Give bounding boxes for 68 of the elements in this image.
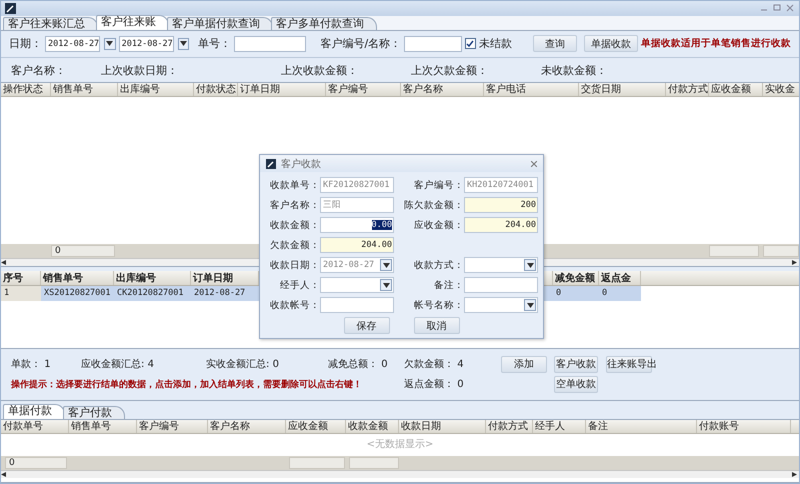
hint-text: 单据收款适用于单笔销售进行收款 [641, 37, 792, 50]
column-header: 应收金额 [286, 420, 346, 433]
summary-text: 减免总额： 0 [328, 358, 389, 372]
summary-text: 应收金额汇总: 4 [81, 358, 155, 372]
table-cell: 0 [553, 286, 599, 301]
order-number-label: 单号： [198, 36, 232, 52]
column-header: 出库编号 [114, 270, 191, 285]
summary-cell: 0 [5, 456, 67, 469]
operation-hint-text: 操作提示：选择要进行结单的数据，点击添加，加入结单列表，需要删除可以点击右键！ [11, 378, 362, 391]
field-label: 客户编号： [413, 178, 464, 192]
field-label: 帐号名称： [413, 298, 464, 312]
column-header: 订单日期 [238, 83, 326, 96]
summary-text: 返点金额： 0 [404, 378, 465, 392]
column-header: 出库编号 [118, 83, 194, 96]
column-header: 应收金额 [709, 83, 763, 96]
date-label: 日期： [9, 36, 42, 52]
field-label: 陈欠款金额： [403, 198, 464, 212]
field-label: 经手人： [279, 278, 320, 292]
column-header: 交货日期 [579, 83, 666, 96]
column-header: 实收金 [763, 83, 799, 96]
column-header: 客户编号 [137, 420, 208, 433]
checkbox-label: 未结款 [478, 36, 512, 52]
field-label: 收款帐号： [269, 298, 320, 312]
empty-message: <无数据显示> [366, 438, 434, 450]
column-header: 客户编号 [326, 83, 401, 96]
summary-text: 欠款金额： 4 [404, 358, 465, 372]
column-header: 收款日期 [399, 420, 486, 433]
column-header: 减免金额 [553, 270, 599, 285]
summary-text: 单款： 1 [11, 358, 52, 372]
column-header: 付款方式 [486, 420, 533, 433]
column-header: 销售单号 [69, 420, 137, 433]
summary-text: 实收金额汇总: 0 [206, 358, 280, 372]
column-header: 客户名称 [401, 83, 484, 96]
info-label: 上次欠款金额： [411, 62, 489, 78]
column-header: 客户名称 [208, 420, 286, 433]
column-header: 序号 [1, 270, 41, 285]
column-header: 付款状态 [194, 83, 238, 96]
column-header: 备注 [586, 420, 697, 433]
summary-cell: 0 [51, 244, 115, 257]
field-label: 客户名称： [269, 198, 320, 212]
info-label: 上次收款日期： [101, 62, 179, 78]
dialog-title: 客户收款 [281, 158, 322, 170]
column-header: 返点金 [599, 270, 641, 285]
column-header: 操作状态 [1, 83, 51, 96]
table-cell: 1 [1, 286, 41, 301]
table-cell: 2012-08-27 [191, 286, 259, 301]
field-label: 收款方式： [413, 258, 464, 272]
column-header: 付款方式 [666, 83, 709, 96]
column-header: 销售单号 [51, 83, 118, 96]
field-label: 收款单号： [269, 178, 320, 192]
column-header: 付款账号 [697, 420, 791, 433]
info-label: 未收款金额： [541, 62, 608, 78]
column-header: 销售单号 [41, 270, 114, 285]
field-label: 备注： [433, 278, 464, 292]
column-header: 收款金额 [346, 420, 399, 433]
column-header: 付款单号 [1, 420, 69, 433]
field-label: 应收金额： [413, 218, 464, 232]
customer-label: 客户编号/名称： [320, 36, 402, 52]
field-label: 欠款金额： [269, 238, 320, 252]
table-cell: CK20120827001 [114, 286, 191, 301]
table-cell: XS20120827001 [41, 286, 114, 301]
field-label: 收款金额： [269, 218, 320, 232]
field-label: 收款日期： [269, 258, 320, 272]
table-cell: 0 [599, 286, 641, 301]
column-header: 客户电话 [484, 83, 579, 96]
column-header: 经手人 [533, 420, 586, 433]
info-label: 上次收款金额： [281, 62, 359, 78]
info-label: 客户名称： [11, 62, 67, 78]
